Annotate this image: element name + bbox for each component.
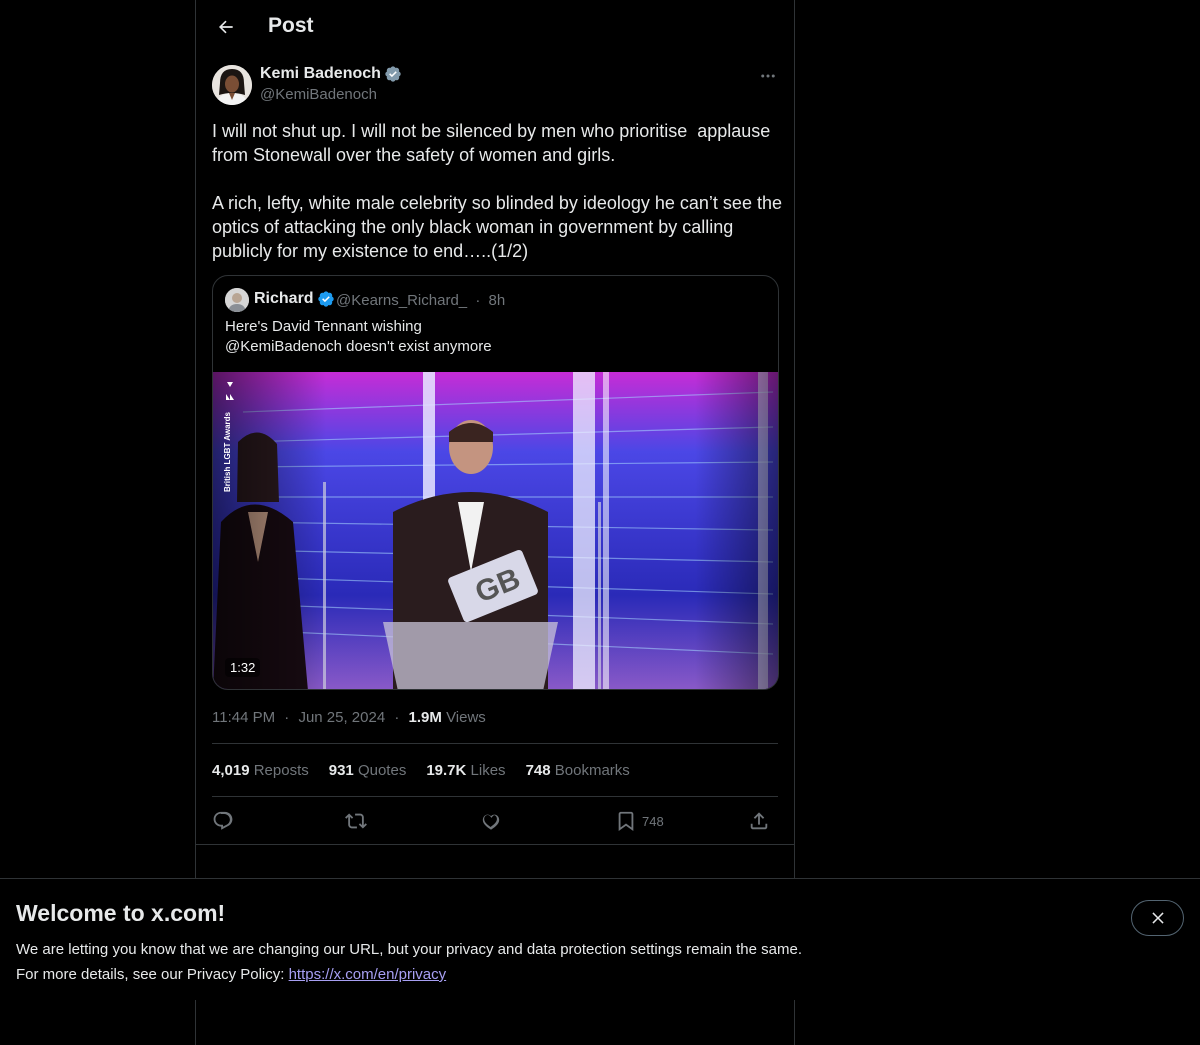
views-count: 1.9M bbox=[408, 709, 442, 726]
bookmark-icon bbox=[618, 811, 634, 832]
stat-count: 4,019 bbox=[212, 762, 250, 779]
quoted-video[interactable]: GB British LGBT Awards 1:32 bbox=[213, 372, 778, 689]
privacy-policy-link[interactable]: https://x.com/en/privacy bbox=[289, 966, 447, 983]
post-time[interactable]: 11:44 PM bbox=[212, 709, 275, 726]
author-name-text: Kemi Badenoch bbox=[260, 65, 381, 82]
engagement-stats: 4,019 Reposts 931 Quotes 19.7K Likes 748… bbox=[212, 762, 630, 779]
page-title: Post bbox=[268, 14, 314, 37]
views-label: Views bbox=[446, 709, 486, 726]
banner-body: We are letting you know that we are chan… bbox=[16, 937, 802, 987]
author-avatar[interactable] bbox=[212, 65, 252, 105]
meta-separator: · bbox=[284, 709, 290, 726]
reply-button[interactable] bbox=[212, 808, 234, 834]
share-button[interactable] bbox=[748, 808, 770, 834]
stat-bookmarks[interactable]: 748 Bookmarks bbox=[526, 762, 630, 779]
like-button[interactable] bbox=[480, 808, 502, 834]
quoted-age: 8h bbox=[488, 292, 506, 309]
video-duration: 1:32 bbox=[225, 658, 261, 677]
share-icon bbox=[750, 812, 768, 830]
more-dots-icon bbox=[761, 74, 775, 78]
quoted-author-name-text: Richard bbox=[254, 290, 314, 307]
post-date[interactable]: Jun 25, 2024 bbox=[298, 709, 385, 726]
stat-quotes[interactable]: 931 Quotes bbox=[329, 762, 407, 779]
back-button[interactable] bbox=[212, 13, 240, 41]
stat-count: 931 bbox=[328, 762, 354, 779]
banner-line-2: For more details, see our Privacy Policy… bbox=[16, 962, 802, 987]
close-icon bbox=[1151, 912, 1164, 924]
more-options-button[interactable] bbox=[758, 66, 778, 86]
stat-label: Quotes bbox=[357, 762, 407, 779]
author-handle[interactable]: @KemiBadenoch bbox=[260, 86, 377, 103]
verified-badge-icon bbox=[385, 66, 401, 82]
quoted-meta: @Kearns_Richard_ · 8h bbox=[336, 292, 505, 309]
close-banner-button[interactable] bbox=[1131, 900, 1184, 936]
heart-icon bbox=[482, 814, 500, 830]
quoted-tweet[interactable]: Richard @Kearns_Richard_ · 8h Here's Dav… bbox=[212, 275, 779, 690]
meta-separator: · bbox=[475, 292, 481, 309]
action-bar: 748 bbox=[212, 808, 778, 834]
stat-count: 19.7K bbox=[426, 762, 467, 779]
banner-title: Welcome to x.com! bbox=[16, 900, 226, 926]
banner-line-2-prefix: For more details, see our Privacy Policy… bbox=[16, 966, 289, 983]
stat-label: Reposts bbox=[253, 762, 309, 779]
stat-likes[interactable]: 19.7K Likes bbox=[426, 762, 505, 779]
quoted-author-name: Richard bbox=[254, 290, 335, 308]
quoted-author-avatar bbox=[225, 288, 249, 312]
reply-icon bbox=[213, 811, 233, 830]
url-change-banner: Welcome to x.com! We are letting you kno… bbox=[0, 878, 1200, 1000]
verified-badge-icon bbox=[317, 291, 334, 307]
bookmark-count: 748 bbox=[642, 813, 664, 829]
stat-count: 748 bbox=[525, 762, 551, 779]
quoted-handle: @Kearns_Richard_ bbox=[336, 292, 468, 309]
stat-label: Bookmarks bbox=[554, 762, 630, 779]
divider bbox=[196, 844, 794, 845]
page-header: Post bbox=[196, 0, 794, 54]
repost-button[interactable] bbox=[345, 808, 367, 834]
tweet-text: I will not shut up. I will not be silenc… bbox=[212, 121, 782, 261]
bookmark-button[interactable]: 748 bbox=[615, 808, 664, 834]
author-name[interactable]: Kemi Badenoch bbox=[260, 65, 402, 83]
arrow-left-icon bbox=[219, 20, 233, 34]
post-timestamp: 11:44 PM · Jun 25, 2024 · 1.9M Views bbox=[212, 709, 486, 726]
stat-label: Likes bbox=[470, 762, 506, 779]
video-watermark: British LGBT Awards bbox=[223, 411, 232, 492]
divider bbox=[212, 796, 778, 797]
repost-icon bbox=[345, 813, 367, 829]
stat-reposts[interactable]: 4,019 Reposts bbox=[212, 762, 309, 779]
divider bbox=[212, 743, 778, 744]
meta-separator: · bbox=[394, 709, 400, 726]
quoted-text: Here's David Tennant wishing @KemiBadeno… bbox=[225, 318, 492, 355]
banner-line-1: We are letting you know that we are chan… bbox=[16, 941, 802, 958]
